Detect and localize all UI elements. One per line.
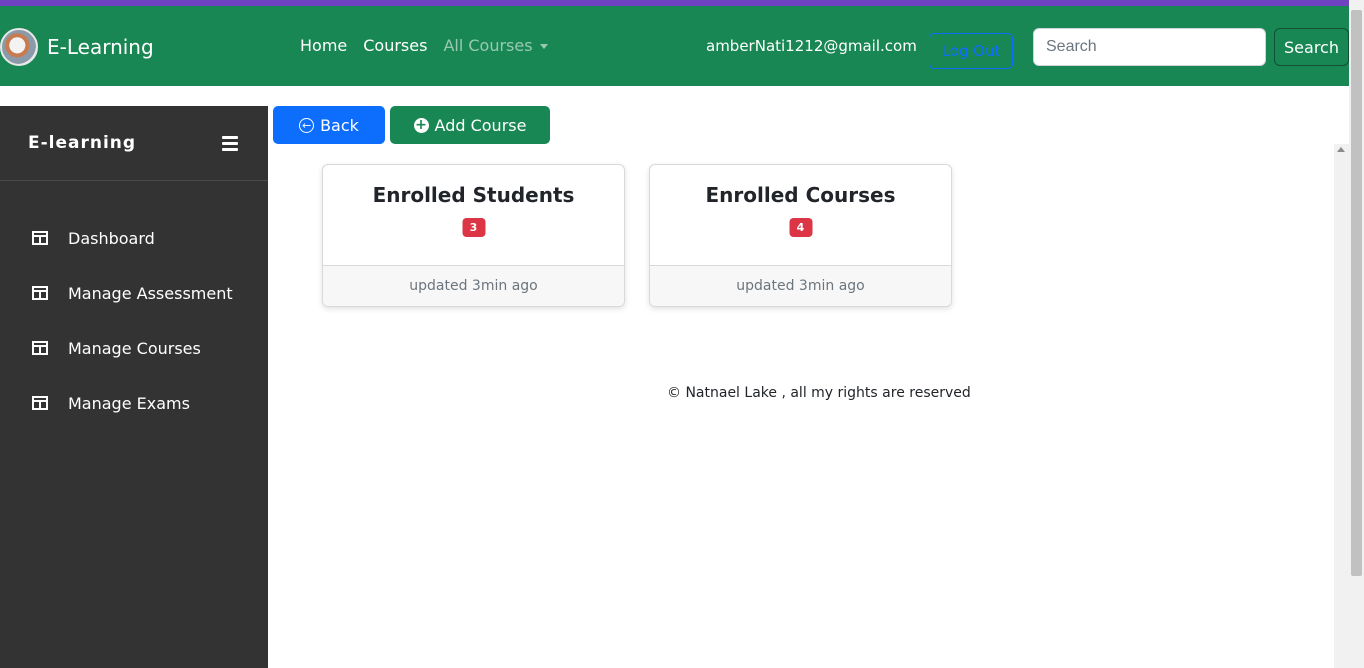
plus-circle-icon: + [413,117,429,133]
sidebar-title: E-learning [28,133,137,153]
scroll-up-arrow-icon[interactable] [1337,147,1345,152]
nav-link-courses[interactable]: Courses [363,36,427,55]
sidebar: E-learning Dashboard Manage Assessment M… [0,106,268,668]
caret-down-icon [539,44,548,49]
search-input[interactable] [1033,28,1266,66]
table-icon [32,341,48,355]
nav-dropdown-all-courses[interactable]: All Courses [443,36,548,55]
add-course-button[interactable]: + Add Course [390,106,550,144]
logout-button[interactable]: Log Out [929,33,1013,69]
brand[interactable]: E-Learning [0,28,154,66]
card-footer: updated 3min ago [650,265,951,306]
card-title: Enrolled Courses [705,183,896,207]
sidebar-header: E-learning [0,106,268,181]
user-email: amberNati1212@gmail.com [706,37,917,55]
scrollbar-thumb[interactable] [1351,10,1362,576]
add-course-button-label: Add Course [434,115,527,135]
navbar: E-Learning Home Courses All Courses ambe… [0,6,1349,86]
count-badge: 4 [789,218,812,237]
card-footer: updated 3min ago [323,265,624,306]
sidebar-item-manage-exams[interactable]: Manage Exams [0,383,268,423]
search-button[interactable]: Search [1274,28,1349,66]
nav-link-home[interactable]: Home [300,36,347,55]
sidebar-item-manage-courses[interactable]: Manage Courses [0,328,268,368]
table-icon [32,396,48,410]
nav-dropdown-label: All Courses [443,36,533,55]
enrolled-courses-card: Enrolled Courses 4 updated 3min ago [649,164,952,307]
content-scrollbar[interactable] [1334,144,1349,668]
sidebar-item-label: Manage Assessment [68,283,233,303]
brand-logo [0,28,38,66]
sidebar-item-label: Manage Exams [68,393,190,413]
card-title: Enrolled Students [372,183,575,207]
brand-title: E-Learning [47,35,154,59]
copyright-text: © Natnael Lake , all my rights are reser… [667,385,971,401]
sidebar-item-label: Manage Courses [68,338,201,358]
sidebar-item-dashboard[interactable]: Dashboard [0,218,268,258]
page-scrollbar[interactable] [1349,0,1364,668]
count-badge: 3 [462,218,485,237]
table-icon [32,231,48,245]
nav-links: Home Courses All Courses [300,36,564,55]
back-button-label: Back [320,115,359,135]
table-icon [32,286,48,300]
arrow-left-circle-icon: ← [299,117,315,133]
enrolled-students-card: Enrolled Students 3 updated 3min ago [322,164,625,307]
back-button[interactable]: ← Back [273,106,385,144]
sidebar-item-label: Dashboard [68,228,155,248]
sidebar-item-manage-assessment[interactable]: Manage Assessment [0,273,268,313]
hamburger-menu-icon[interactable] [222,136,238,151]
